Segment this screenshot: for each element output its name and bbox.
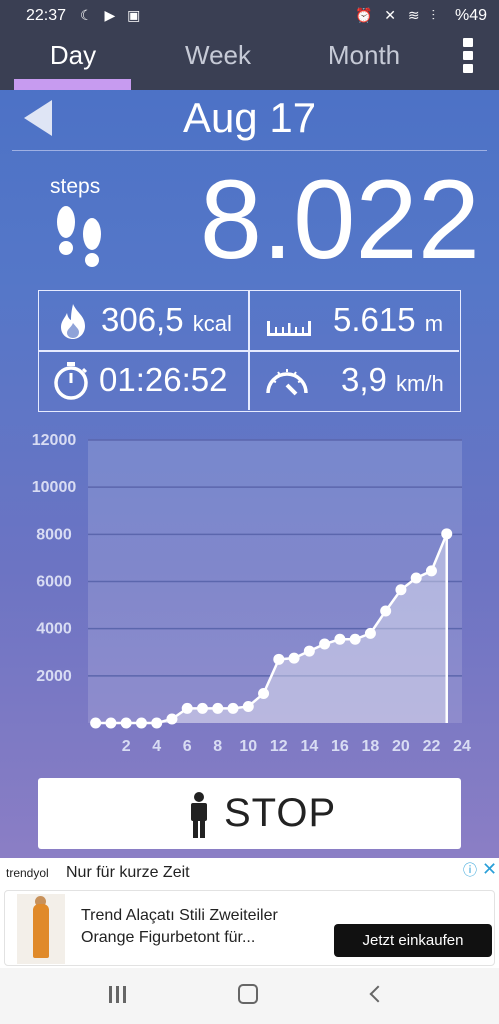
footprints-icon — [57, 206, 101, 267]
stats-grid: 306,5 kcal 5.615 m 01:26:52 3,9 km/h — [38, 290, 461, 412]
chart-point — [395, 584, 407, 596]
chart-point — [135, 717, 147, 729]
tab-day[interactable]: Day — [30, 40, 116, 71]
ad-image — [17, 894, 65, 964]
ad-cta-button[interactable]: Jetzt einkaufen — [334, 924, 492, 957]
back-icon[interactable] — [369, 985, 387, 1003]
chart-point — [166, 713, 178, 725]
x-tick-label: 8 — [213, 738, 222, 755]
status-bar: 22:37 ☾ ▶ ▣ ⏰ ✕ ≋ ⫶ %49 — [0, 0, 499, 32]
speed-unit: km/h — [396, 371, 444, 396]
person-icon — [191, 792, 207, 838]
chart-point — [380, 605, 392, 617]
battery-level: %49 — [454, 7, 487, 24]
x-tick-label: 18 — [362, 738, 380, 755]
x-tick-label: 4 — [152, 738, 161, 755]
tab-week[interactable]: Week — [168, 40, 268, 71]
x-tick-label: 20 — [392, 738, 410, 755]
ad-text: Trend Alaçatı Stili Zweiteiler Orange Fi… — [81, 907, 278, 946]
y-tick-label: 2000 — [36, 668, 72, 685]
date-title: Aug 17 — [182, 94, 317, 141]
x-tick-label: 6 — [183, 738, 192, 755]
ad-brand: trendyol — [6, 866, 49, 880]
calories-unit: kcal — [192, 311, 232, 336]
divider — [12, 150, 487, 151]
x-tick-label: 12 — [270, 738, 288, 755]
chart-point — [410, 572, 422, 584]
chart-point — [303, 645, 315, 657]
distance-value: 5.615 — [333, 301, 416, 338]
system-nav-bar — [0, 968, 499, 1024]
speed-stat: 3,9 km/h — [341, 361, 444, 399]
y-tick-label: 8000 — [36, 526, 72, 543]
x-tick-label: 2 — [122, 738, 131, 755]
chart-point — [288, 652, 300, 664]
flame-icon — [61, 304, 85, 339]
chart-point — [349, 633, 361, 645]
x-tick-label: 10 — [239, 738, 257, 755]
chart-point — [120, 717, 132, 729]
chart-point — [273, 653, 285, 665]
overflow-menu-icon[interactable] — [459, 38, 477, 78]
tab-month[interactable]: Month — [312, 40, 416, 71]
chart-point — [227, 702, 239, 714]
chart-point — [425, 565, 437, 577]
y-tick-label: 12000 — [32, 432, 77, 449]
ad-headline: Nur für kurze Zeit — [66, 864, 190, 881]
chart-point — [212, 702, 224, 714]
chart-point — [151, 717, 163, 729]
active-tab-indicator — [14, 79, 131, 90]
system-status-icons: ⏰ ✕ ≋ ⫶ — [354, 7, 439, 23]
steps-count: 8.022 — [199, 157, 480, 282]
ad-close-icon[interactable]: ✕ — [482, 859, 497, 880]
x-tick-label: 22 — [423, 738, 441, 755]
adchoices-icon[interactable]: ⓘ — [463, 860, 477, 880]
chart-point — [105, 717, 117, 729]
calories-value: 306,5 — [101, 301, 184, 338]
steps-hourly-chart: 200040006000800010000120002 4 6 8 10 12 14 16 18… — [32, 432, 471, 755]
distance-stat: 5.615 m — [333, 301, 443, 339]
duration-value: 01:26:52 — [99, 361, 228, 398]
steps-label: steps — [50, 175, 101, 198]
chart-point — [258, 688, 270, 700]
chart-point — [364, 627, 376, 639]
ruler-icon — [267, 321, 311, 336]
status-time: 22:37 — [26, 7, 67, 24]
y-tick-label: 4000 — [36, 621, 72, 638]
notification-icons: ☾ ▶ ▣ — [80, 7, 145, 23]
chart-point — [334, 633, 346, 645]
home-icon[interactable] — [238, 984, 258, 1004]
speed-value: 3,9 — [341, 361, 387, 398]
recent-apps-icon[interactable] — [107, 984, 129, 1006]
chart-point — [319, 638, 331, 650]
x-tick-label: 16 — [331, 738, 349, 755]
chart-point — [181, 702, 193, 714]
chart-point — [90, 717, 102, 729]
x-tick-label: 14 — [300, 738, 318, 755]
stopwatch-icon — [54, 362, 88, 400]
ad-banner[interactable]: trendyol Nur für kurze Zeit ⓘ ✕ Trend Al… — [0, 858, 499, 968]
calories-stat: 306,5 kcal — [101, 301, 232, 339]
y-tick-label: 10000 — [32, 479, 77, 496]
y-tick-label: 6000 — [36, 574, 72, 591]
stop-button[interactable]: STOP — [38, 778, 461, 849]
distance-unit: m — [424, 311, 444, 336]
chart-point — [196, 702, 208, 714]
chart-point — [441, 528, 453, 540]
stop-button-label: STOP — [224, 791, 337, 835]
chart-point — [242, 700, 254, 712]
x-tick-label: 24 — [453, 738, 471, 755]
speedometer-icon — [266, 369, 308, 396]
ad-card[interactable]: Trend Alaçatı Stili Zweiteiler Orange Fi… — [4, 890, 495, 966]
